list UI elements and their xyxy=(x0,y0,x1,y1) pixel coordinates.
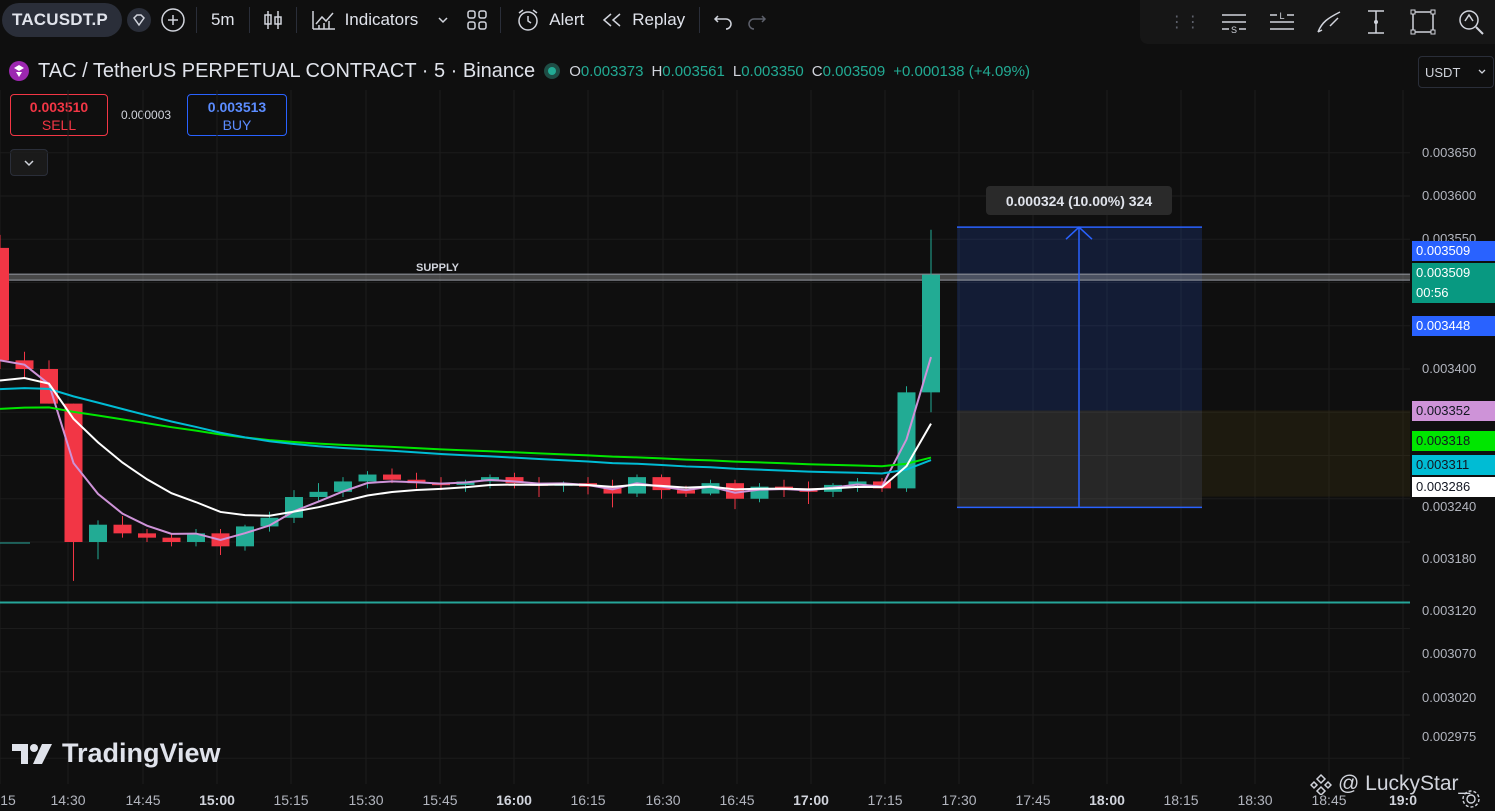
redo-icon[interactable] xyxy=(740,3,774,37)
time-tick-label: 14:45 xyxy=(125,792,161,808)
price-chart[interactable] xyxy=(0,44,1410,784)
price-tick-label: 0.003180 xyxy=(1422,551,1477,567)
time-tick-label: 18:15 xyxy=(1163,792,1199,808)
horizontal-ray-s-icon[interactable]: S xyxy=(1219,8,1249,36)
time-tick-label: 16:45 xyxy=(719,792,755,808)
replay-button[interactable]: Replay xyxy=(592,10,693,30)
toolbar-divider xyxy=(195,7,197,33)
time-tick-label: 17:00 xyxy=(793,792,829,808)
price-axis-tag: 00:56 xyxy=(1412,283,1495,303)
chevron-down-icon[interactable] xyxy=(426,3,460,37)
time-tick-label: 17:45 xyxy=(1015,792,1051,808)
brush-icon[interactable] xyxy=(1314,8,1344,36)
symbol-label: TACUSDT.P xyxy=(12,10,108,29)
candle-body xyxy=(358,474,377,482)
horizontal-ray-l-icon[interactable]: L xyxy=(1267,8,1297,36)
price-axis-tag: 0.003352 xyxy=(1412,401,1495,421)
price-tick-label: 0.003240 xyxy=(1422,499,1477,515)
extended-zone xyxy=(1202,410,1410,497)
svg-text:L: L xyxy=(1279,11,1284,21)
ema-cyan-line xyxy=(0,387,932,475)
time-tick-label: 16:15 xyxy=(570,792,606,808)
price-axis-tag: 0.003318 xyxy=(1412,431,1495,451)
toolbar-divider xyxy=(248,7,250,33)
zoom-icon[interactable] xyxy=(1456,7,1486,37)
chevron-down-icon xyxy=(1478,69,1486,74)
interval-label: 5m xyxy=(210,10,235,29)
price-range-measure-label: 0.000324 (10.00%) 324 xyxy=(986,186,1172,215)
toolbar-divider xyxy=(295,7,297,33)
supply-zone-label: SUPPLY xyxy=(416,262,460,274)
interval-button[interactable]: 5m xyxy=(203,10,243,30)
layouts-grid-icon[interactable] xyxy=(460,3,494,37)
tradingview-logo-text: TradingView xyxy=(62,738,221,768)
price-tick-label: 0.003400 xyxy=(1422,361,1477,376)
replay-rewind-icon xyxy=(603,13,621,27)
time-tick-label: 15:45 xyxy=(422,792,458,808)
svg-text:S: S xyxy=(1231,25,1237,35)
ema-slow-green-line xyxy=(0,406,932,468)
time-tick-label: 15:00 xyxy=(199,792,235,808)
time-tick-label: 17:15 xyxy=(867,792,903,808)
drawing-tools-panel: ⋮⋮ S L xyxy=(1140,0,1495,44)
indicators-icon xyxy=(311,11,335,30)
price-tick-label: 0.003070 xyxy=(1422,646,1477,662)
toolbar-divider xyxy=(500,7,502,33)
favorite-diamond-icon[interactable] xyxy=(122,3,156,37)
price-axis-tag: 0.003448 xyxy=(1412,316,1495,336)
price-axis-tag: 0.003286 xyxy=(1412,477,1495,497)
time-axis[interactable]: 15 14:30 14:45 15:00 15:15 15:30 15:45 16:00 16:… xyxy=(0,785,1495,811)
alert-button[interactable]: Alert xyxy=(507,7,592,33)
user-watermark: @ LuckyStar_ xyxy=(1310,772,1470,796)
candle-body xyxy=(236,526,254,547)
alert-label: Alert xyxy=(549,10,585,29)
time-tick-label: 17:30 xyxy=(941,792,977,808)
vertical-measure-icon[interactable] xyxy=(1362,8,1390,36)
price-tick-label: 0.003650 xyxy=(1422,144,1477,160)
time-tick-label: 15:30 xyxy=(348,792,384,808)
time-tick-label: 16:00 xyxy=(496,792,532,808)
price-axis-tag: 0.003509 xyxy=(1412,241,1495,261)
user-watermark-text: @ LuckyStar_ xyxy=(1338,772,1471,795)
undo-icon[interactable] xyxy=(706,3,740,37)
alarm-clock-icon xyxy=(518,9,539,31)
candle-body xyxy=(89,524,107,542)
indicators-button[interactable]: Indicators xyxy=(303,9,427,31)
tradingview-logo: TradingView xyxy=(12,738,221,769)
price-axis-tag: 0.003311 xyxy=(1412,455,1495,475)
ema-fast-line xyxy=(0,356,932,541)
price-tick-label: 0.003020 xyxy=(1422,689,1477,705)
drag-handle-icon[interactable]: ⋮⋮ xyxy=(1169,12,1201,32)
time-tick-label: 15 xyxy=(0,792,16,808)
time-tick-label: 18:00 xyxy=(1089,792,1125,808)
price-tick-label: 0.003120 xyxy=(1422,603,1477,619)
toolbar-divider xyxy=(699,7,701,33)
currency-label: USDT xyxy=(1425,64,1461,80)
candle-body xyxy=(162,537,181,542)
tradingview-mark-icon xyxy=(12,743,52,764)
rectangle-select-icon[interactable] xyxy=(1408,7,1438,37)
price-tick-label: 0.003600 xyxy=(1422,188,1477,203)
candles-chart-type-icon[interactable] xyxy=(256,3,290,37)
ema-white-line xyxy=(0,376,932,517)
candle-body xyxy=(309,491,328,498)
currency-selector[interactable]: USDT xyxy=(1418,56,1494,88)
price-tick-label: 0.002975 xyxy=(1422,728,1477,744)
candle-body xyxy=(113,524,132,534)
time-tick-label: 15:15 xyxy=(273,792,309,808)
candle-body xyxy=(138,533,156,538)
price-axis-tag: 0.003509 xyxy=(1412,263,1495,283)
binance-logo-icon xyxy=(1310,773,1332,795)
indicators-label: Indicators xyxy=(344,10,419,29)
candle-body xyxy=(383,474,401,480)
replay-label: Replay xyxy=(632,10,686,29)
candle-body xyxy=(0,247,9,361)
compare-plus-icon[interactable] xyxy=(156,3,190,37)
candle-body xyxy=(922,274,940,393)
symbol-search-button[interactable]: TACUSDT.P xyxy=(2,3,122,37)
time-tick-label: 18:30 xyxy=(1237,792,1273,808)
time-tick-label: 14:30 xyxy=(50,792,86,808)
supply-zone-band xyxy=(0,274,1410,281)
time-tick-label: 16:30 xyxy=(645,792,681,808)
